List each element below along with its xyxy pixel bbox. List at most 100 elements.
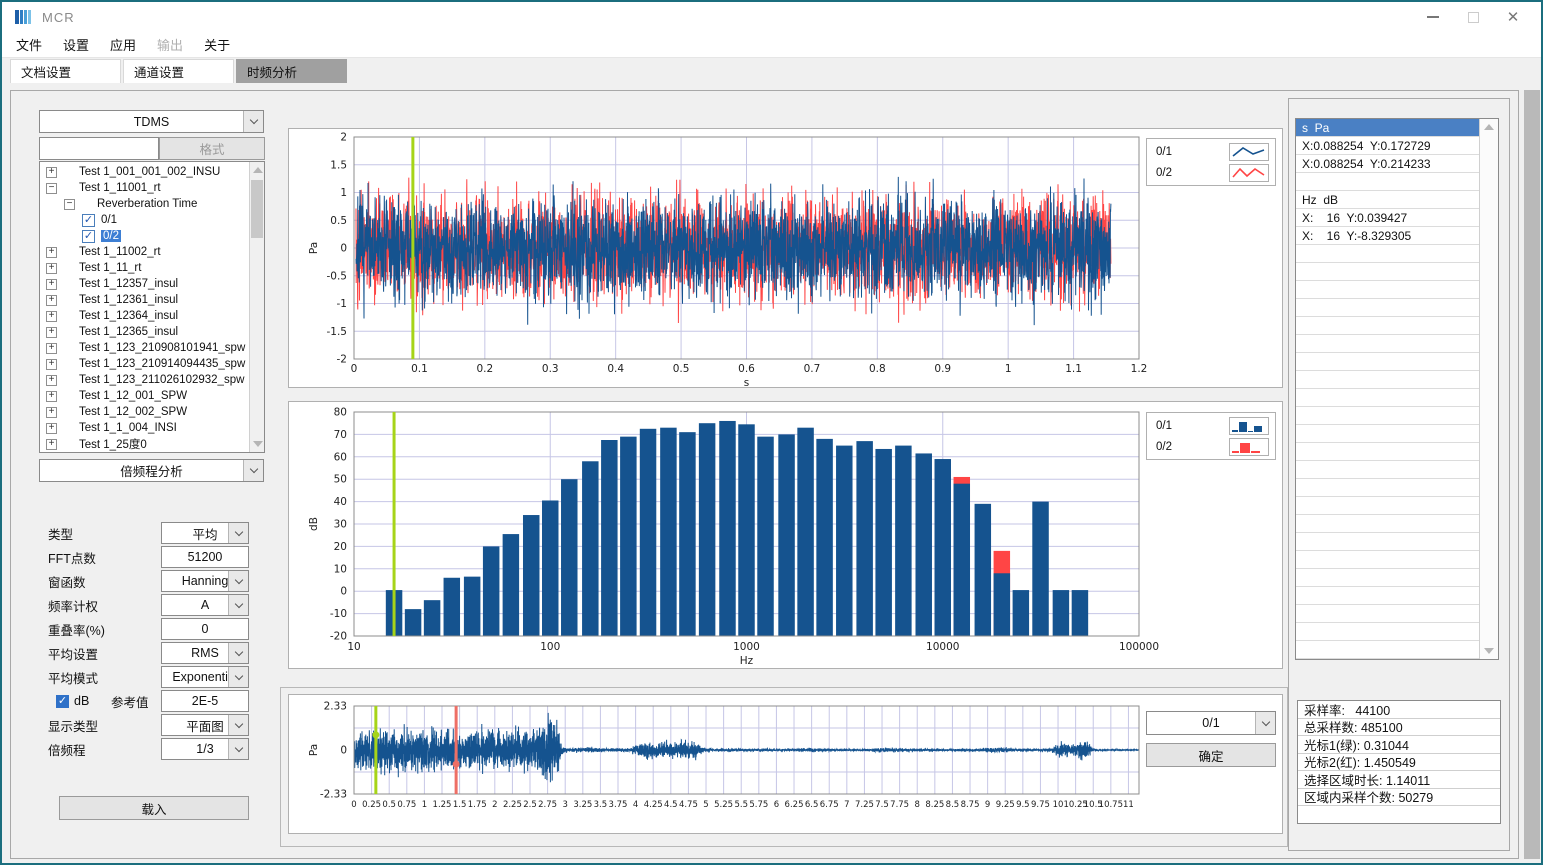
tree-expander-icon[interactable]: + xyxy=(46,359,57,370)
tree-expander-icon[interactable]: + xyxy=(46,423,57,434)
tree-item[interactable]: +Test 1_12357_insul xyxy=(40,276,248,292)
chevron-down-icon[interactable] xyxy=(243,111,263,132)
readout-scrollbar[interactable] xyxy=(1479,119,1498,659)
readout-row[interactable] xyxy=(1296,461,1480,479)
readout-row[interactable] xyxy=(1296,515,1480,533)
legend-row-0/1[interactable]: 0/1 xyxy=(1147,141,1275,162)
tree-item[interactable]: −Reverberation Time xyxy=(40,196,248,212)
readout-row[interactable] xyxy=(1296,353,1480,371)
window-function-select[interactable]: Hanning xyxy=(161,570,249,592)
vertical-scrollbar[interactable] xyxy=(1524,90,1540,859)
readout-row[interactable] xyxy=(1296,173,1480,191)
readout-row[interactable] xyxy=(1296,551,1480,569)
scroll-up-icon[interactable] xyxy=(1484,124,1494,130)
readout-row[interactable] xyxy=(1296,299,1480,317)
file-format-select[interactable]: TDMS xyxy=(39,110,264,133)
tree-item[interactable]: +Test 1_123_210914094435_spw xyxy=(40,356,248,372)
tree-expander-icon[interactable]: − xyxy=(46,183,57,194)
average-mode-select[interactable]: Exponential xyxy=(161,666,249,688)
readout-row[interactable] xyxy=(1296,497,1480,515)
tree-expander-icon[interactable]: + xyxy=(46,295,57,306)
overview-chart[interactable]: 00.250.50.7511.251.51.7522.252.52.7533.2… xyxy=(289,695,1284,835)
readout-row[interactable] xyxy=(1296,407,1480,425)
tree-item[interactable]: +Test 1_1_004_INSI xyxy=(40,420,248,436)
readout-row[interactable] xyxy=(1296,335,1480,353)
tree-item[interactable]: +Test 1_123_211026102932_spw xyxy=(40,372,248,388)
tree-expander-icon[interactable]: − xyxy=(64,199,75,210)
tree-item[interactable]: +Test 1_11_rt xyxy=(40,260,248,276)
overlap-field[interactable] xyxy=(161,618,249,640)
tree-checkbox[interactable]: ✓ xyxy=(82,230,95,243)
legend-row-0/2[interactable]: 0/2 xyxy=(1147,162,1275,183)
chevron-down-icon[interactable] xyxy=(228,523,248,543)
format-button[interactable]: 格式 xyxy=(159,137,265,160)
scroll-up-icon[interactable] xyxy=(253,167,263,173)
readout-row[interactable] xyxy=(1296,443,1480,461)
chevron-down-icon[interactable] xyxy=(228,571,248,591)
maximize-icon[interactable] xyxy=(1453,3,1493,31)
readout-row[interactable] xyxy=(1296,425,1480,443)
readout-row[interactable] xyxy=(1296,371,1480,389)
chevron-down-icon[interactable] xyxy=(228,715,248,735)
db-checkbox[interactable]: ✓ xyxy=(56,695,69,708)
chevron-down-icon[interactable] xyxy=(228,667,248,687)
octave-select[interactable]: 1/3 xyxy=(161,738,249,760)
tree-expander-icon[interactable]: + xyxy=(46,247,57,258)
readout-row[interactable] xyxy=(1296,623,1480,641)
chevron-down-icon[interactable] xyxy=(228,595,248,615)
tree-item[interactable]: +Test 1_12361_insul xyxy=(40,292,248,308)
tree-item[interactable]: ✓0/2 xyxy=(40,228,248,244)
readout-row[interactable]: X: 16 Y:-8.329305 xyxy=(1296,227,1480,245)
readout-row[interactable]: X:0.088254 Y:0.214233 xyxy=(1296,155,1480,173)
tree-item[interactable]: +Test 1_12365_insul xyxy=(40,324,248,340)
tab-通道设置[interactable]: 通道设置 xyxy=(123,59,234,83)
menu-item-文件[interactable]: 文件 xyxy=(16,35,42,54)
confirm-button[interactable]: 确定 xyxy=(1146,743,1276,767)
tree-item[interactable]: +Test 1_12364_insul xyxy=(40,308,248,324)
readout-row[interactable] xyxy=(1296,281,1480,299)
chevron-down-icon[interactable] xyxy=(243,460,263,481)
menu-item-关于[interactable]: 关于 xyxy=(204,35,230,54)
readout-row[interactable]: X: 16 Y:0.039427 xyxy=(1296,209,1480,227)
load-button[interactable]: 载入 xyxy=(59,796,249,820)
minimize-icon[interactable] xyxy=(1413,3,1453,31)
type-select[interactable]: 平均 xyxy=(161,522,249,544)
menu-item-设置[interactable]: 设置 xyxy=(63,35,89,54)
tree-expander-icon[interactable]: + xyxy=(46,375,57,386)
readout-row[interactable] xyxy=(1296,605,1480,623)
readout-header[interactable]: s Pa xyxy=(1296,119,1480,137)
search-input[interactable] xyxy=(39,137,159,160)
time-waveform-chart[interactable]: 00.10.20.30.40.50.60.70.80.911.11.2-2-1.… xyxy=(289,129,1284,389)
tree-expander-icon[interactable]: + xyxy=(46,439,57,450)
tree-item[interactable]: −Test 1_11001_rt xyxy=(40,180,248,196)
tree-expander-icon[interactable]: + xyxy=(46,391,57,402)
readout-row[interactable]: Hz dB xyxy=(1296,191,1480,209)
readout-row[interactable]: X:0.088254 Y:0.172729 xyxy=(1296,137,1480,155)
readout-row[interactable] xyxy=(1296,641,1480,659)
tree-item[interactable]: +Test 1_12_002_SPW xyxy=(40,404,248,420)
frequency-weighting-select[interactable]: A xyxy=(161,594,249,616)
readout-row[interactable] xyxy=(1296,587,1480,605)
spectrum-chart[interactable]: 10100100010000100000-20-1001020304050607… xyxy=(289,402,1284,670)
average-setting-select[interactable]: RMS xyxy=(161,642,249,664)
tree-expander-icon[interactable]: + xyxy=(46,279,57,290)
tree-expander-icon[interactable]: + xyxy=(46,327,57,338)
tree-expander-icon[interactable]: + xyxy=(46,407,57,418)
scroll-thumb[interactable] xyxy=(251,180,263,238)
readout-row[interactable] xyxy=(1296,245,1480,263)
tree-item[interactable]: +Test 1_25度0 xyxy=(40,436,248,452)
tab-时频分析[interactable]: 时频分析 xyxy=(236,59,347,83)
tree-item[interactable]: +Test 1_123_210908101941_spw xyxy=(40,340,248,356)
tree-expander-icon[interactable]: + xyxy=(46,343,57,354)
tree-expander-icon[interactable]: + xyxy=(46,167,57,178)
tree-item[interactable]: ✓0/1 xyxy=(40,212,248,228)
tree-expander-icon[interactable]: + xyxy=(46,311,57,322)
chevron-down-icon[interactable] xyxy=(1255,712,1275,734)
tree-item[interactable]: +Test 1_11002_rt xyxy=(40,244,248,260)
readout-row[interactable] xyxy=(1296,533,1480,551)
chevron-down-icon[interactable] xyxy=(228,739,248,759)
tab-文档设置[interactable]: 文档设置 xyxy=(10,59,121,83)
legend-row-0/2[interactable]: 0/2 xyxy=(1147,436,1275,457)
tree-item[interactable]: +Test 1_12_001_SPW xyxy=(40,388,248,404)
chevron-down-icon[interactable] xyxy=(228,643,248,663)
